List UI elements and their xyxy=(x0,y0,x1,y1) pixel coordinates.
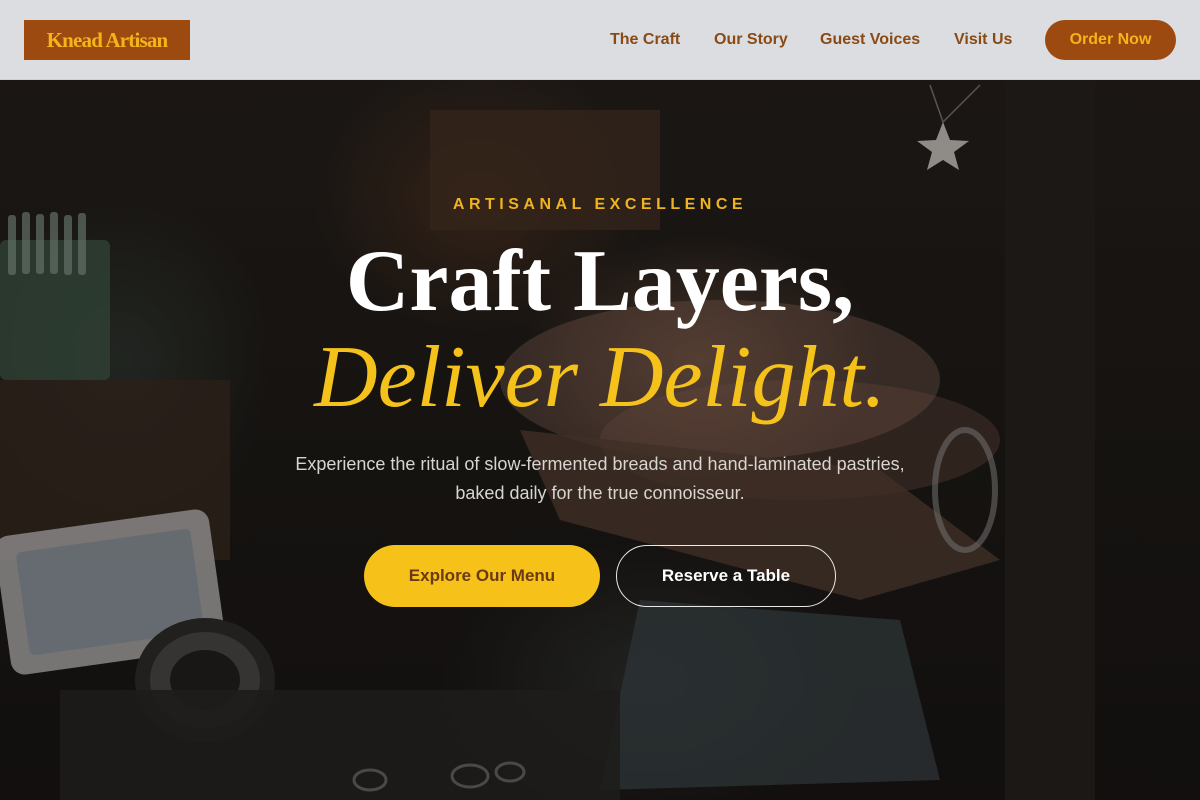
nav-link-our-story[interactable]: Our Story xyxy=(714,30,788,50)
nav-link-the-craft[interactable]: The Craft xyxy=(610,30,680,50)
reserve-table-button[interactable]: Reserve a Table xyxy=(616,545,836,607)
order-now-button[interactable]: Order Now xyxy=(1045,20,1176,60)
nav-link-guest-voices[interactable]: Guest Voices xyxy=(820,30,920,50)
hero-headline-line1: Craft Layers, xyxy=(345,233,855,330)
hero-headline-line2: Deliver Delight. xyxy=(314,329,886,426)
site-header: Knead Artisan The Craft Our Story Guest … xyxy=(0,0,1200,80)
hero-eyebrow: ARTISANAL EXCELLENCE xyxy=(452,196,748,213)
hero-subtext: Experience the ritual of slow-fermented … xyxy=(295,454,905,503)
nav-link-visit-us[interactable]: Visit Us xyxy=(954,30,1012,50)
brand-logo[interactable]: Knead Artisan xyxy=(24,20,190,60)
explore-menu-button[interactable]: Explore Our Menu xyxy=(364,545,600,607)
